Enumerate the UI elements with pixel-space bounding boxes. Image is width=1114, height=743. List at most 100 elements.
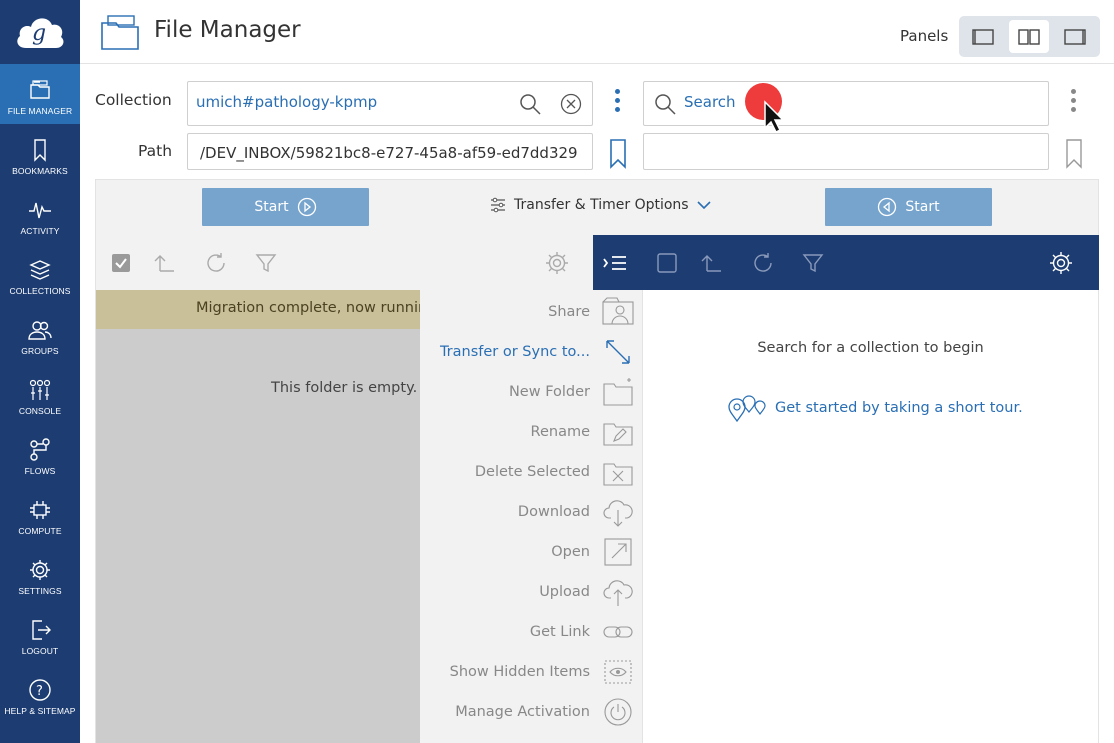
panels-toggle-group <box>959 16 1100 57</box>
play-right-icon <box>297 197 316 217</box>
menu-item-label: Rename <box>530 424 590 440</box>
file-action-menu: Share Transfer or Sync to... New Folder … <box>420 290 643 743</box>
menu-item-label: Delete Selected <box>474 464 590 480</box>
sidebar-item-logout[interactable]: LOGOUT <box>0 604 80 664</box>
single-panel-icon <box>972 28 994 45</box>
settings-icon <box>30 560 50 580</box>
gear-icon[interactable] <box>545 251 569 275</box>
sidebar-item-label: FLOWS <box>24 466 56 476</box>
sidebar-item-bookmarks[interactable]: BOOKMARKS <box>0 124 80 184</box>
gear-icon[interactable] <box>1049 251 1073 275</box>
sidebar-item-groups[interactable]: GROUPS <box>0 304 80 364</box>
search-icon <box>655 94 676 115</box>
bookmark-icon <box>34 139 46 162</box>
refresh-icon[interactable] <box>204 251 228 275</box>
filter-icon[interactable] <box>801 251 825 275</box>
collection-value: umich#pathology-kpmp <box>196 93 378 111</box>
menu-item-open[interactable]: Open <box>420 532 643 572</box>
menu-item-get-link[interactable]: Get Link <box>420 612 643 652</box>
download-icon <box>603 500 633 527</box>
start-transfer-right-button[interactable]: Start <box>825 188 992 226</box>
rename-icon <box>603 423 633 446</box>
menu-item-new-folder[interactable]: New Folder <box>420 372 643 412</box>
migration-banner-text: Migration complete, now running <box>196 300 437 316</box>
sidebar-item-compute[interactable]: COMPUTE <box>0 484 80 544</box>
filter-icon[interactable] <box>254 251 278 275</box>
left-options-menu-button[interactable] <box>615 89 621 116</box>
chevron-down-icon <box>697 201 711 210</box>
menu-item-label: Share <box>548 304 590 320</box>
map-pins-icon <box>728 395 766 422</box>
left-file-list: Migration complete, now running This fol… <box>95 290 436 743</box>
menu-item-manage-activation[interactable]: Manage Activation <box>420 692 643 732</box>
menu-item-label: Show Hidden Items <box>449 664 590 680</box>
open-icon <box>604 538 632 566</box>
sidebar-item-flows[interactable]: FLOWS <box>0 424 80 484</box>
right-options-menu-button[interactable] <box>1071 89 1077 116</box>
sidebar-item-help[interactable]: ? HELP & SITEMAP <box>0 664 80 724</box>
sidebar-item-activity[interactable]: ACTIVITY <box>0 184 80 244</box>
activity-icon <box>29 202 51 219</box>
file-manager-icon <box>101 15 139 50</box>
search-icon[interactable] <box>519 93 541 115</box>
refresh-icon[interactable] <box>751 251 775 275</box>
transfer-options-toggle[interactable]: Transfer & Timer Options <box>490 197 711 213</box>
new-folder-icon <box>603 378 633 406</box>
empty-folder-message: This folder is empty. <box>271 380 418 396</box>
up-folder-icon[interactable] <box>152 251 176 275</box>
select-all-checkbox-icon[interactable] <box>655 251 679 275</box>
sidebar-item-label: COLLECTIONS <box>9 286 71 296</box>
menu-item-upload[interactable]: Upload <box>420 572 643 612</box>
up-folder-icon[interactable] <box>699 251 723 275</box>
sidebar-item-file-manager[interactable]: FILE MANAGER <box>0 64 80 124</box>
menu-item-delete[interactable]: Delete Selected <box>420 452 643 492</box>
start-label: Start <box>254 199 289 215</box>
start-transfer-left-button[interactable]: Start <box>202 188 369 226</box>
right-panel-button[interactable] <box>1055 20 1095 53</box>
right-collection-search[interactable]: Search <box>643 81 1049 126</box>
bookmark-icon[interactable] <box>609 139 627 169</box>
select-all-checkbox-icon[interactable] <box>109 251 133 275</box>
top-header: File Manager Panels <box>80 0 1114 64</box>
compute-icon <box>30 501 50 519</box>
menu-item-transfer[interactable]: Transfer or Sync to... <box>420 332 643 372</box>
path-input[interactable]: /DEV_INBOX/59821bc8-e727-45a8-af59-ed7dd… <box>187 133 593 170</box>
sidebar-item-label: ACTIVITY <box>20 226 60 236</box>
sidebar-item-label: COMPUTE <box>18 526 62 536</box>
menu-item-label: Upload <box>539 584 590 600</box>
transfer-icon <box>606 340 630 364</box>
mouse-cursor-icon <box>764 100 785 134</box>
file-manager-icon <box>30 80 50 99</box>
bookmark-icon[interactable] <box>1065 139 1083 169</box>
sidebar-item-label: BOOKMARKS <box>12 166 68 176</box>
sidebar-item-label: LOGOUT <box>21 646 59 656</box>
sidebar-item-label: SETTINGS <box>18 586 62 596</box>
collection-input[interactable]: umich#pathology-kpmp <box>187 81 593 126</box>
menu-item-share[interactable]: Share <box>420 292 643 332</box>
sidebar-item-collections[interactable]: COLLECTIONS <box>0 244 80 304</box>
flows-icon <box>30 438 50 461</box>
menu-toggle-icon[interactable] <box>603 251 627 275</box>
dual-panel-button[interactable] <box>1009 20 1049 53</box>
menu-item-label: Manage Activation <box>455 704 590 720</box>
help-icon: ? <box>29 679 51 701</box>
menu-item-rename[interactable]: Rename <box>420 412 643 452</box>
globus-logo[interactable]: g <box>0 0 80 64</box>
menu-item-show-hidden[interactable]: Show Hidden Items <box>420 652 643 692</box>
sliders-icon <box>491 197 505 213</box>
sidebar-item-settings[interactable]: SETTINGS <box>0 544 80 604</box>
svg-text:?: ? <box>36 684 43 699</box>
groups-icon <box>28 321 52 340</box>
single-panel-button[interactable] <box>963 20 1003 53</box>
sidebar-item-console[interactable]: CONSOLE <box>0 364 80 424</box>
console-icon <box>29 379 51 400</box>
globus-logo-icon: g <box>17 18 64 48</box>
menu-item-download[interactable]: Download <box>420 492 643 532</box>
tour-link-text: Get started by taking a short tour. <box>775 400 1023 416</box>
clear-icon[interactable] <box>560 93 582 115</box>
right-path-input[interactable] <box>643 133 1049 170</box>
page-title: File Manager <box>154 17 301 43</box>
menu-item-label: Download <box>517 504 590 520</box>
sidebar: g FILE MANAGER BOOKMARKS ACTIVITY COLLEC… <box>0 0 80 743</box>
tour-link[interactable]: Get started by taking a short tour. <box>727 394 1023 422</box>
